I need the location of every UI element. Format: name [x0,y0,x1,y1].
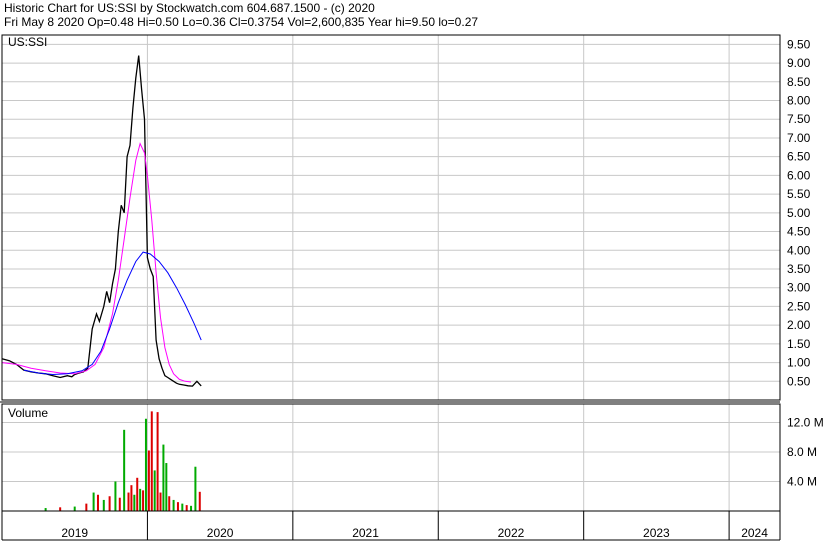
price-panel-title: US:SSI [8,35,47,49]
volume-bar [176,502,179,511]
volume-bar [150,411,153,511]
volume-bar [130,485,133,511]
volume-bars [44,411,201,511]
volume-bar [96,494,99,511]
price-tick-label: 6.00 [787,168,811,182]
year-tick-label: 2022 [498,526,525,540]
price-lines [1,55,202,387]
volume-bar [108,496,111,511]
volume-bar [114,481,117,511]
price-tick-label: 8.50 [787,75,811,89]
axis-labels: 9.50 9.00 8.50 8.00 7.50 7.00 6.50 6.00 5.50 5.00… [61,37,823,540]
volume-bar [172,499,175,511]
volume-bar [190,505,193,511]
price-tick-label: 9.00 [787,56,811,70]
volume-bar [185,505,188,511]
price-tick-label: 9.50 [787,37,811,51]
year-tick-label: 2024 [741,526,768,540]
price-tick-label: 4.00 [787,243,811,257]
volume-bar [127,492,130,511]
price-tick-label: 7.50 [787,112,811,126]
price-tick-label: 2.50 [787,299,811,313]
volume-bar [159,492,162,511]
volume-bar [147,450,150,511]
year-tick-label: 2019 [61,526,88,540]
price-grid [2,35,780,400]
price-tick-label: 0.50 [787,374,811,388]
volume-bar [59,507,62,511]
year-tick-label: 2021 [352,526,379,540]
volume-panel-title: Volume [8,406,48,420]
volume-bar [165,463,168,511]
volume-bar [142,490,145,511]
year-tick-label: 2020 [207,526,234,540]
volume-grid [2,404,780,511]
volume-bar [85,503,88,511]
volume-bar [194,466,197,511]
price-tick-label: 1.00 [787,356,811,370]
volume-bar [118,497,121,511]
volume-bar [144,418,147,511]
volume-tick-label: 4.0 M [787,474,817,488]
price-tick-label: 2.00 [787,318,811,332]
stock-chart: 9.50 9.00 8.50 8.00 7.50 7.00 6.50 6.00 5.50 5.00… [0,34,824,541]
price-panel-frame [1,34,781,401]
volume-bar [156,412,159,511]
price-tick-label: 5.00 [787,206,811,220]
price-tick-label: 3.00 [787,281,811,295]
volume-bar [198,491,201,511]
volume-bar [133,494,136,511]
price-tick-label: 8.00 [787,94,811,108]
price-line [1,55,202,387]
volume-bar [153,470,156,511]
price-tick-label: 3.50 [787,262,811,276]
volume-bar [92,492,95,511]
price-tick-label: 5.50 [787,187,811,201]
price-tick-label: 1.50 [787,337,811,351]
year-tick-label: 2023 [643,526,670,540]
volume-bar [136,477,139,511]
volume-bar [162,444,165,511]
volume-bar [102,499,105,511]
price-tick-label: 6.50 [787,150,811,164]
volume-panel-frame [1,403,781,512]
volume-tick-label: 8.0 M [787,445,817,459]
volume-bar [181,503,184,511]
price-tick-label: 7.00 [787,131,811,145]
volume-bar [73,506,76,511]
volume-bar [123,429,126,511]
price-tick-label: 4.50 [787,225,811,239]
volume-bar [168,496,171,511]
short-ma-line [1,142,192,383]
volume-bar [139,488,142,511]
volume-tick-label: 12.0 M [787,415,824,429]
